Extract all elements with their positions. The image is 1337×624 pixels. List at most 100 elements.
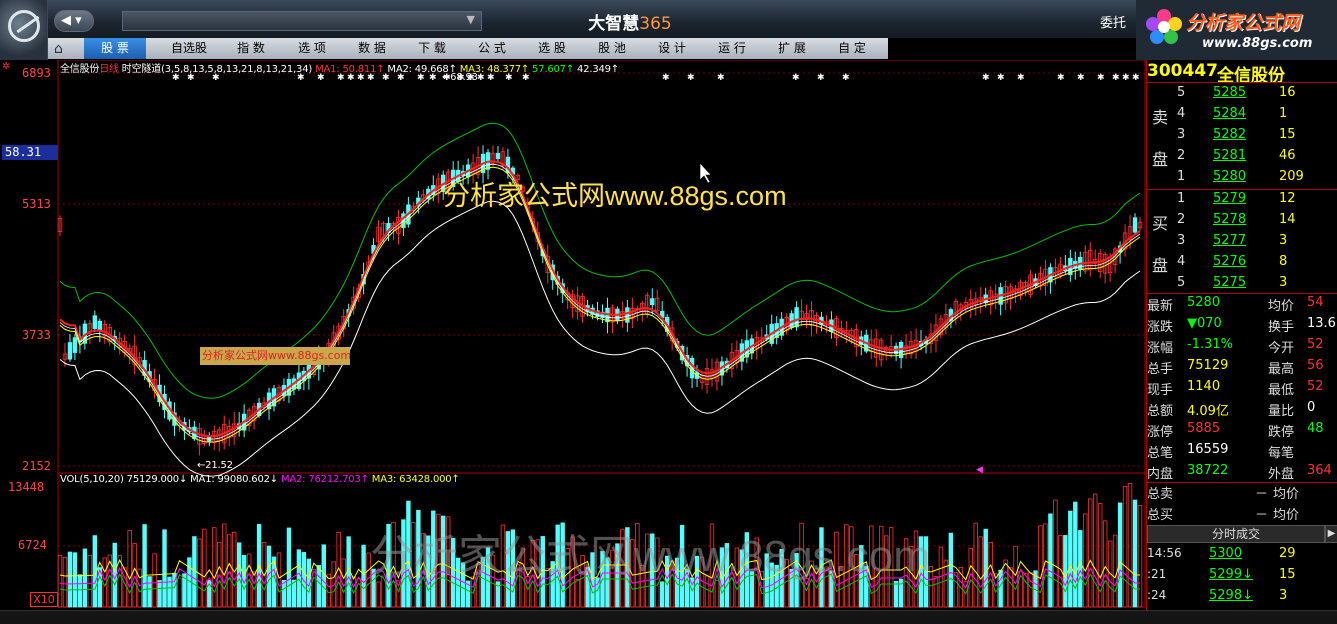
sell-volume: 16 xyxy=(1279,85,1296,100)
candle-body xyxy=(650,298,655,306)
sell-price: 5284 xyxy=(1213,106,1247,121)
stat-value: 48 xyxy=(1307,421,1324,436)
home-icon[interactable]: ⌂ xyxy=(54,41,63,57)
sell-price: 5285 xyxy=(1213,85,1247,100)
buy-volume: 12 xyxy=(1279,191,1296,206)
stat-label: 跌停 xyxy=(1268,425,1295,440)
volume-bar xyxy=(122,567,127,608)
volume-bar xyxy=(222,523,227,608)
app-window: ◀ ▾ ▼ 大智慧365 委托 分析家公式网 www.88gs.com ⌂ 股 … xyxy=(0,0,1337,624)
stat-value: 52 xyxy=(1307,379,1324,394)
buy-label-2: 盘 xyxy=(1152,256,1169,275)
buy-level: 4 xyxy=(1177,254,1186,269)
vol-status-item-4: MA3: 63428.000↑ xyxy=(368,474,460,485)
sell-price: 5280 xyxy=(1213,169,1247,184)
quote-panel: 300447 全信股份 卖 盘 5 5285 16 4 5284 1 3 5282 15 2 528… xyxy=(1146,60,1337,610)
status-item-2: 时空隧道(3,5,8,13,5,8,13,21,8,13,21,34) xyxy=(118,64,313,75)
total-buy-value: － xyxy=(1255,508,1269,523)
app-logo[interactable] xyxy=(0,0,48,60)
candle-body xyxy=(625,307,630,323)
cursor-price-box: 58.31 xyxy=(2,145,58,160)
volume-bar xyxy=(127,530,132,608)
menu-options[interactable]: 选 项 xyxy=(282,38,342,59)
buy-price: 5277 xyxy=(1213,233,1247,248)
volume-bar xyxy=(376,581,381,608)
volume-bar xyxy=(1117,502,1123,608)
menu-run[interactable]: 运 行 xyxy=(702,38,762,59)
menu-extend[interactable]: 扩 展 xyxy=(762,38,822,59)
high-price-label: ←68.93 xyxy=(442,72,478,83)
bottom-status-strip xyxy=(0,610,1337,624)
volume-bar xyxy=(1078,530,1083,608)
volume-bar xyxy=(316,565,322,608)
low-price-label: ←21.52 xyxy=(197,460,233,471)
menu-stock-pool[interactable]: 股 池 xyxy=(582,38,642,59)
volume-bar xyxy=(714,580,720,608)
volume-bar xyxy=(142,524,147,608)
tab-tick-trades[interactable]: 分时成交 xyxy=(1147,525,1325,543)
volume-bar xyxy=(1068,510,1073,608)
sell-volume: 1 xyxy=(1279,106,1288,121)
buy-price: 5278 xyxy=(1213,212,1247,227)
signal-dot: ✱ xyxy=(1077,73,1085,83)
candle-body xyxy=(67,342,73,360)
candle-body xyxy=(794,307,799,328)
menu-download[interactable]: 下 载 xyxy=(402,38,462,59)
volume-bar xyxy=(202,528,207,608)
stat-value: 13.6 xyxy=(1307,316,1336,331)
stat-value: 75129 xyxy=(1187,358,1229,373)
menu-watchlist[interactable]: 自选股 xyxy=(158,38,220,59)
volume-status-line: VOL(5,10,20) 75129.000↓ MA1: 99080.602↓ … xyxy=(60,474,460,485)
address-bar[interactable]: ▼ xyxy=(122,11,482,31)
stat-label: 最低 xyxy=(1268,383,1295,398)
volume-bar xyxy=(1013,545,1018,608)
volume-bar xyxy=(1073,501,1078,608)
menu-index[interactable]: 指 数 xyxy=(220,38,282,59)
back-button[interactable]: ◀ ▾ xyxy=(54,10,94,32)
volume-bar xyxy=(1088,498,1093,608)
volume-bar xyxy=(157,580,162,608)
kline-chart-area[interactable]: ✱ ✱ ✱ ✱ ✱ ✱ ✱ ✱ ✱ ✱ ✱ ✱ ✱ ✱ ✱ ✱ ✱ ✱ ✱ ✱ ✱ ✱ ✱ ✱ ✱ ✱ ✱ ✱ ✱ ✱ ✱ ✱ ✱ ✱ ✱ ◀ ✲ 全信… xyxy=(0,60,1146,610)
menu-select-stock[interactable]: 选 股 xyxy=(522,38,582,59)
sell-volume: 15 xyxy=(1279,127,1296,142)
gear-icon: ✲ xyxy=(2,61,10,72)
dropdown-arrow-icon[interactable]: ▼ xyxy=(467,13,475,26)
stat-label: 涨幅 xyxy=(1147,341,1174,356)
stat-value: 1140 xyxy=(1187,379,1221,394)
status-item-7: 42.349↑ xyxy=(574,64,619,75)
stat-value: 54 xyxy=(1307,295,1324,310)
stock-code: 300447 xyxy=(1147,61,1218,81)
vol-status-item-1: 75129.000↓ xyxy=(126,474,188,485)
menu-data[interactable]: 数 据 xyxy=(342,38,402,59)
tick-price: 5298↓ xyxy=(1209,588,1253,603)
sell-level: 2 xyxy=(1177,148,1186,163)
volume-bar xyxy=(1008,567,1013,608)
volume-bar xyxy=(87,554,93,608)
tick-price: 5300 xyxy=(1209,546,1243,561)
entrust-button[interactable]: 委托 xyxy=(1100,12,1126,31)
menu-custom[interactable]: 自 定 xyxy=(822,38,882,59)
menu-design[interactable]: 设 计 xyxy=(642,38,702,59)
candle-body xyxy=(92,315,98,329)
volume-bar xyxy=(660,581,665,608)
brand-logo: 分析家公式网 www.88gs.com xyxy=(1136,0,1337,60)
stat-label: 现手 xyxy=(1147,383,1174,398)
stat-label: 量比 xyxy=(1268,404,1295,419)
tick-time: :21 xyxy=(1147,567,1167,581)
stat-value: 0 xyxy=(1307,400,1316,415)
status-item-0: 全信股份 xyxy=(60,64,100,75)
buy-label-1: 买 xyxy=(1152,214,1169,233)
menu-formula[interactable]: 公 式 xyxy=(462,38,522,59)
stat-label: 每笔 xyxy=(1268,446,1295,461)
sell-label-2: 盘 xyxy=(1152,150,1169,169)
menu-stocks[interactable]: 股 票 xyxy=(84,38,146,59)
app-title: 大智慧365 xyxy=(560,9,700,34)
volume-bar xyxy=(1023,572,1028,608)
price-frame xyxy=(57,60,1146,474)
signal-dot: ✱ xyxy=(982,73,990,83)
expand-arrow-icon[interactable]: ▶ xyxy=(1325,525,1337,543)
stat-label: 均价 xyxy=(1268,299,1295,314)
stat-label: 换手 xyxy=(1268,320,1295,335)
volume-bar xyxy=(57,555,63,608)
stat-label: 总额 xyxy=(1147,404,1174,419)
